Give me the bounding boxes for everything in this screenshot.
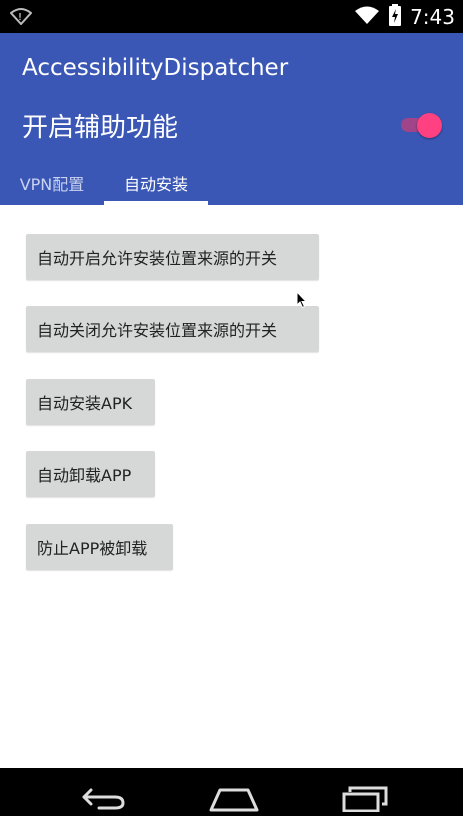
- status-bar: ! 7:43: [0, 0, 463, 33]
- accessibility-switch-label: 开启辅助功能: [22, 113, 179, 143]
- recents-icon[interactable]: [342, 786, 388, 816]
- mouse-cursor-icon: [296, 290, 308, 313]
- tab-bar: VPN配置 自动安装: [0, 160, 208, 205]
- svg-text:!: !: [18, 12, 22, 23]
- navigation-bar: [0, 768, 463, 814]
- auto-uninstall-app-button[interactable]: 自动卸载APP: [26, 451, 155, 497]
- toggle-thumb: [417, 113, 442, 138]
- tab-label: VPN配置: [19, 174, 85, 194]
- battery-charging-icon: [388, 4, 402, 30]
- tab-vpn-config[interactable]: VPN配置: [0, 160, 104, 205]
- app-bar: AccessibilityDispatcher 开启辅助功能 VPN配置 自动安…: [0, 33, 463, 205]
- enable-unknown-sources-button[interactable]: 自动开启允许安装位置来源的开关: [26, 234, 319, 280]
- auto-install-apk-button[interactable]: 自动安装APK: [26, 379, 155, 425]
- back-icon[interactable]: [81, 786, 127, 814]
- home-icon[interactable]: [209, 786, 259, 816]
- wifi-icon: [354, 5, 380, 29]
- tab-auto-install[interactable]: 自动安装: [104, 160, 208, 205]
- tab-label: 自动安装: [123, 174, 188, 194]
- accessibility-toggle[interactable]: [401, 113, 443, 138]
- status-time: 7:43: [410, 5, 455, 29]
- content-area: 自动开启允许安装位置来源的开关 自动关闭允许安装位置来源的开关 自动安装APK …: [0, 205, 463, 768]
- disable-unknown-sources-button[interactable]: 自动关闭允许安装位置来源的开关: [26, 306, 319, 352]
- signal-off-icon: !: [9, 7, 33, 29]
- app-title: AccessibilityDispatcher: [22, 55, 289, 81]
- prevent-uninstall-button[interactable]: 防止APP被卸载: [26, 524, 173, 570]
